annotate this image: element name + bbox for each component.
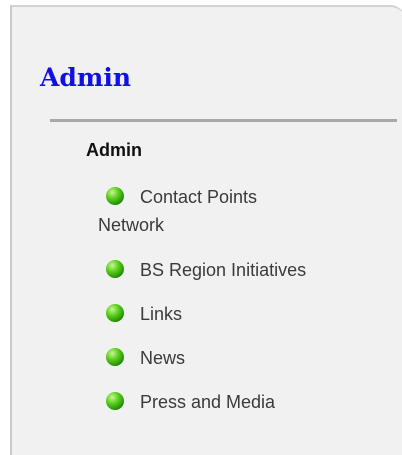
nav-item-label: BS Region Initiatives [140,260,307,280]
nav-item-label: Press and Media [140,392,276,412]
nav-item-press-and-media[interactable]: Press and Media [106,389,402,415]
nav-item-label-line1: Contact Points [140,187,258,207]
admin-panel: Admin Admin Contact Points Network BS Re… [10,5,402,455]
green-bullet-icon [106,187,124,205]
nav-item-label-line2: Network [98,215,165,235]
green-bullet-icon [106,392,124,410]
nav-item-links[interactable]: Links [106,301,402,327]
nav-item-bs-region-initiatives[interactable]: BS Region Initiatives [106,257,402,283]
admin-nav-list: Contact Points Network BS Region Initiat… [98,183,402,415]
title-divider [50,119,397,122]
nav-item-news[interactable]: News [106,345,402,371]
nav-item-label: News [140,348,186,368]
green-bullet-icon [106,260,124,278]
green-bullet-icon [106,304,124,322]
nav-item-contact-points-network[interactable]: Contact Points Network [98,183,402,239]
nav-item-label: Links [140,304,183,324]
section-heading: Admin [86,140,142,160]
green-bullet-icon [106,348,124,366]
panel-title: Admin [40,63,132,92]
